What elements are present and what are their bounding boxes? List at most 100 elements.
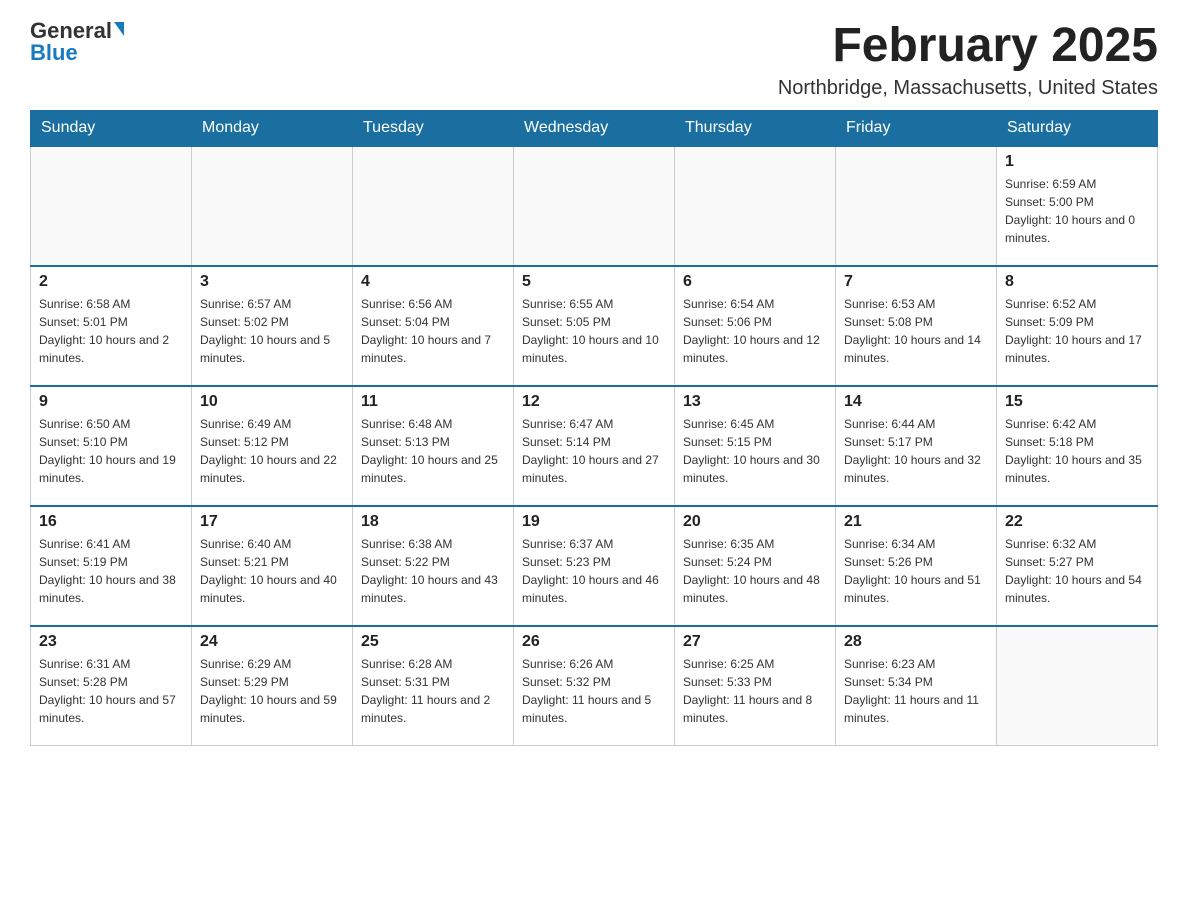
day-info: Sunrise: 6:23 AM Sunset: 5:34 PM Dayligh… [844,655,988,727]
logo: General Blue [30,20,124,64]
calendar-day-cell [353,146,514,266]
calendar-day-cell: 23 Sunrise: 6:31 AM Sunset: 5:28 PM Dayli… [31,626,192,746]
day-number: 10 [200,393,344,411]
day-info: Sunrise: 6:56 AM Sunset: 5:04 PM Dayligh… [361,295,505,367]
calendar-day-cell: 27Sunrise: 6:25 AM Sunset: 5:33 PM Dayli… [675,626,836,746]
calendar-week-row: 1 Sunrise: 6:59 AM Sunset: 5:00 PM Daylig… [31,146,1158,266]
day-of-week-header: Tuesday [353,110,514,146]
day-number: 13 [683,393,827,411]
day-info: Sunrise: 6:59 AM Sunset: 5:00 PM Dayligh… [1005,175,1149,247]
calendar-day-cell: 4 Sunrise: 6:56 AM Sunset: 5:04 PM Daylig… [353,266,514,386]
calendar-day-cell: 17Sunrise: 6:40 AM Sunset: 5:21 PM Dayli… [192,506,353,626]
day-number: 2 [39,273,183,291]
calendar-day-cell: 14 Sunrise: 6:44 AM Sunset: 5:17 PM Dayli… [836,386,997,506]
day-info: Sunrise: 6:35 AM Sunset: 5:24 PM Dayligh… [683,535,827,607]
calendar-day-cell: 25 Sunrise: 6:28 AM Sunset: 5:31 PM Dayli… [353,626,514,746]
calendar-day-cell: 13 Sunrise: 6:45 AM Sunset: 5:15 PM Dayli… [675,386,836,506]
day-number: 22 [1005,513,1149,531]
calendar-day-cell: 22 Sunrise: 6:32 AM Sunset: 5:27 PM Dayli… [997,506,1158,626]
day-info: Sunrise: 6:29 AM Sunset: 5:29 PM Dayligh… [200,655,344,727]
calendar-day-cell: 8Sunrise: 6:52 AM Sunset: 5:09 PM Daylig… [997,266,1158,386]
calendar-day-cell [675,146,836,266]
calendar-day-cell: 10 Sunrise: 6:49 AM Sunset: 5:12 PM Dayli… [192,386,353,506]
logo-blue-text: Blue [30,42,78,64]
calendar-day-cell: 26 Sunrise: 6:26 AM Sunset: 5:32 PM Dayli… [514,626,675,746]
day-number: 21 [844,513,988,531]
day-info: Sunrise: 6:28 AM Sunset: 5:31 PM Dayligh… [361,655,505,727]
day-number: 18 [361,513,505,531]
calendar-day-cell [514,146,675,266]
day-of-week-header: Thursday [675,110,836,146]
day-number: 7 [844,273,988,291]
day-number: 17 [200,513,344,531]
day-number: 12 [522,393,666,411]
calendar-day-cell: 5 Sunrise: 6:55 AM Sunset: 5:05 PM Daylig… [514,266,675,386]
day-number: 26 [522,633,666,651]
day-number: 19 [522,513,666,531]
day-info: Sunrise: 6:58 AM Sunset: 5:01 PM Dayligh… [39,295,183,367]
day-number: 6 [683,273,827,291]
calendar-day-cell: 15Sunrise: 6:42 AM Sunset: 5:18 PM Dayli… [997,386,1158,506]
calendar-day-cell: 24 Sunrise: 6:29 AM Sunset: 5:29 PM Dayli… [192,626,353,746]
day-number: 11 [361,393,505,411]
calendar-day-cell [836,146,997,266]
day-number: 24 [200,633,344,651]
day-info: Sunrise: 6:54 AM Sunset: 5:06 PM Dayligh… [683,295,827,367]
calendar-day-cell: 7 Sunrise: 6:53 AM Sunset: 5:08 PM Daylig… [836,266,997,386]
day-number: 4 [361,273,505,291]
calendar-week-row: 2 Sunrise: 6:58 AM Sunset: 5:01 PM Daylig… [31,266,1158,386]
logo-arrow-icon [114,22,124,36]
day-info: Sunrise: 6:44 AM Sunset: 5:17 PM Dayligh… [844,415,988,487]
day-info: Sunrise: 6:34 AM Sunset: 5:26 PM Dayligh… [844,535,988,607]
day-info: Sunrise: 6:49 AM Sunset: 5:12 PM Dayligh… [200,415,344,487]
calendar-day-cell [192,146,353,266]
day-number: 9 [39,393,183,411]
calendar-day-cell: 6 Sunrise: 6:54 AM Sunset: 5:06 PM Daylig… [675,266,836,386]
calendar-day-cell: 19 Sunrise: 6:37 AM Sunset: 5:23 PM Dayli… [514,506,675,626]
calendar-table: SundayMondayTuesdayWednesdayThursdayFrid… [30,110,1158,747]
day-number: 27 [683,633,827,651]
day-info: Sunrise: 6:45 AM Sunset: 5:15 PM Dayligh… [683,415,827,487]
day-info: Sunrise: 6:31 AM Sunset: 5:28 PM Dayligh… [39,655,183,727]
day-number: 5 [522,273,666,291]
calendar-day-cell [997,626,1158,746]
calendar-day-cell: 28Sunrise: 6:23 AM Sunset: 5:34 PM Dayli… [836,626,997,746]
calendar-day-cell: 11Sunrise: 6:48 AM Sunset: 5:13 PM Dayli… [353,386,514,506]
day-of-week-header: Saturday [997,110,1158,146]
month-title: February 2025 [778,20,1158,73]
day-info: Sunrise: 6:41 AM Sunset: 5:19 PM Dayligh… [39,535,183,607]
calendar-day-cell: 1 Sunrise: 6:59 AM Sunset: 5:00 PM Daylig… [997,146,1158,266]
calendar-day-cell: 2 Sunrise: 6:58 AM Sunset: 5:01 PM Daylig… [31,266,192,386]
page-header: General Blue February 2025 Northbridge, … [30,20,1158,100]
day-number: 16 [39,513,183,531]
calendar-week-row: 16 Sunrise: 6:41 AM Sunset: 5:19 PM Dayli… [31,506,1158,626]
calendar-day-cell: 12 Sunrise: 6:47 AM Sunset: 5:14 PM Dayli… [514,386,675,506]
calendar-header-row: SundayMondayTuesdayWednesdayThursdayFrid… [31,110,1158,146]
day-number: 14 [844,393,988,411]
day-info: Sunrise: 6:26 AM Sunset: 5:32 PM Dayligh… [522,655,666,727]
day-number: 3 [200,273,344,291]
day-info: Sunrise: 6:38 AM Sunset: 5:22 PM Dayligh… [361,535,505,607]
calendar-day-cell [31,146,192,266]
day-of-week-header: Wednesday [514,110,675,146]
location-subtitle: Northbridge, Massachusetts, United State… [778,77,1158,100]
day-of-week-header: Friday [836,110,997,146]
calendar-day-cell: 3 Sunrise: 6:57 AM Sunset: 5:02 PM Daylig… [192,266,353,386]
calendar-day-cell: 9Sunrise: 6:50 AM Sunset: 5:10 PM Daylig… [31,386,192,506]
day-number: 25 [361,633,505,651]
day-info: Sunrise: 6:32 AM Sunset: 5:27 PM Dayligh… [1005,535,1149,607]
day-info: Sunrise: 6:53 AM Sunset: 5:08 PM Dayligh… [844,295,988,367]
day-of-week-header: Sunday [31,110,192,146]
calendar-day-cell: 21 Sunrise: 6:34 AM Sunset: 5:26 PM Dayli… [836,506,997,626]
calendar-week-row: 9Sunrise: 6:50 AM Sunset: 5:10 PM Daylig… [31,386,1158,506]
title-block: February 2025 Northbridge, Massachusetts… [778,20,1158,100]
day-number: 1 [1005,153,1149,171]
day-info: Sunrise: 6:55 AM Sunset: 5:05 PM Dayligh… [522,295,666,367]
day-info: Sunrise: 6:57 AM Sunset: 5:02 PM Dayligh… [200,295,344,367]
day-number: 23 [39,633,183,651]
day-of-week-header: Monday [192,110,353,146]
calendar-day-cell: 20Sunrise: 6:35 AM Sunset: 5:24 PM Dayli… [675,506,836,626]
day-info: Sunrise: 6:37 AM Sunset: 5:23 PM Dayligh… [522,535,666,607]
day-info: Sunrise: 6:47 AM Sunset: 5:14 PM Dayligh… [522,415,666,487]
day-number: 15 [1005,393,1149,411]
